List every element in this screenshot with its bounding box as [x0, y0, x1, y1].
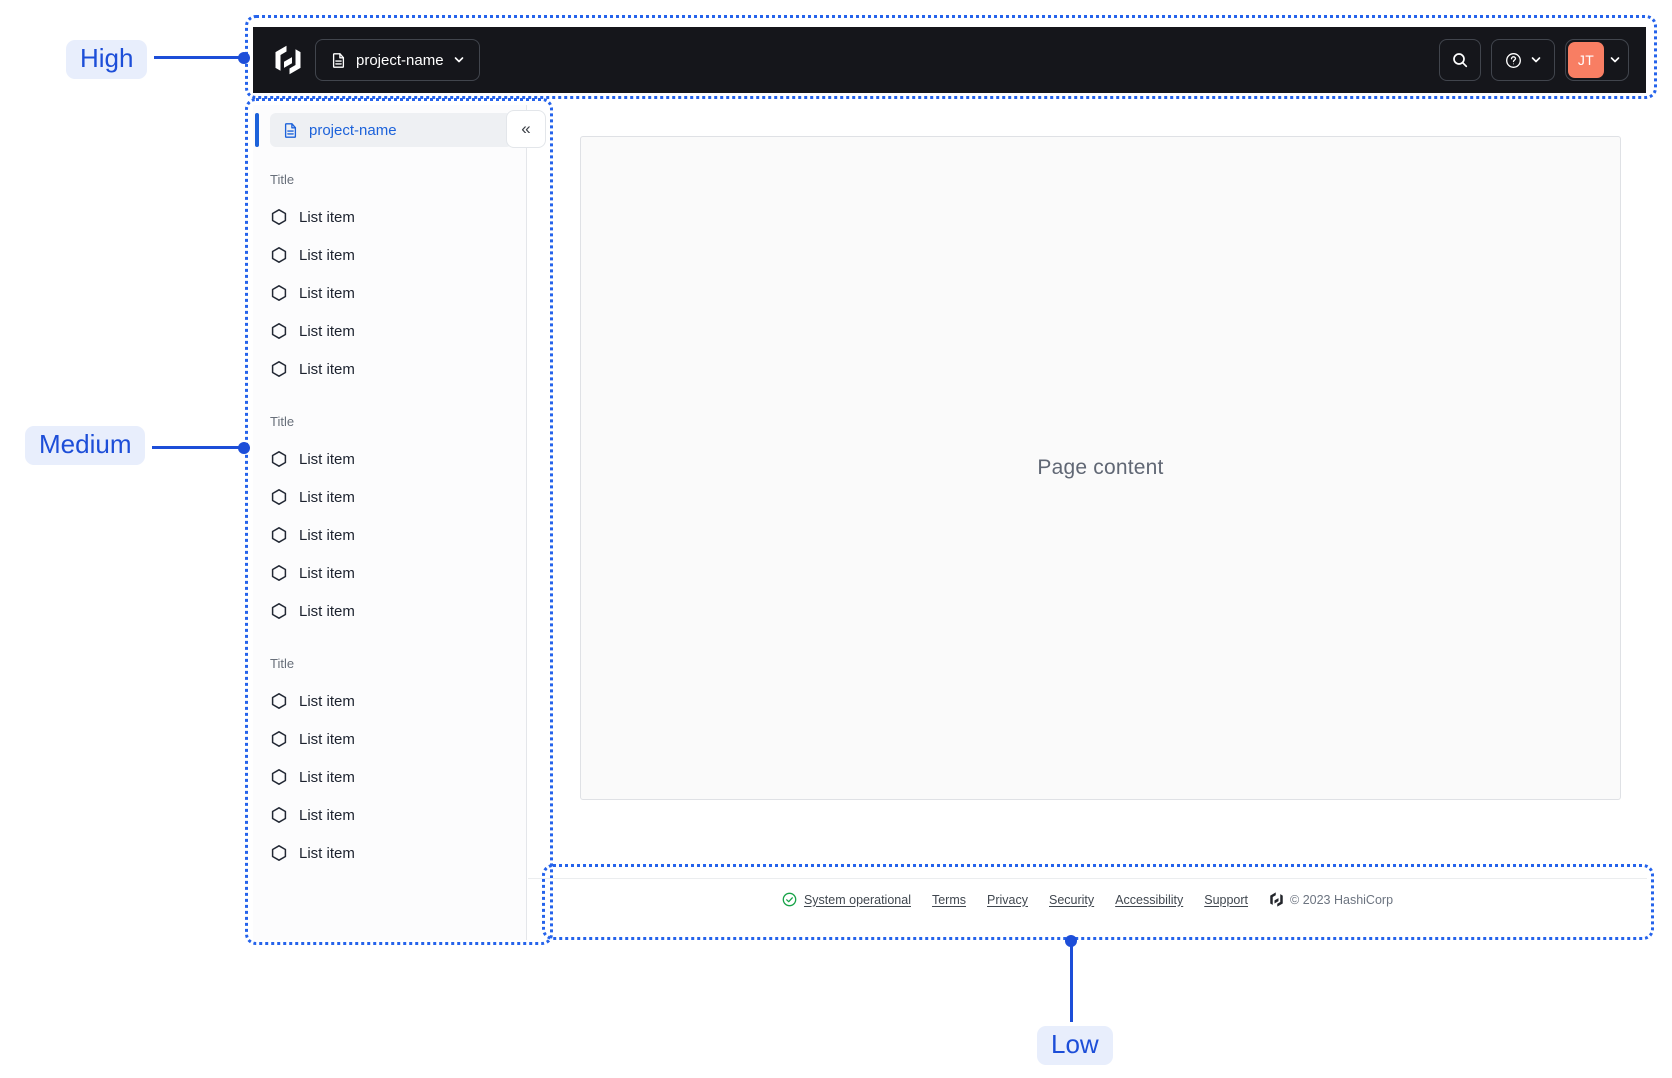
copyright: © 2023 HashiCorp — [1269, 892, 1393, 907]
sidebar-item[interactable]: List item — [253, 834, 526, 872]
sidebar-item-label: List item — [299, 806, 355, 824]
sidebar-item[interactable]: List item — [253, 236, 526, 274]
system-operational-link[interactable]: System operational — [804, 893, 911, 907]
page-content-placeholder: Page content — [1037, 456, 1164, 479]
search-icon — [1451, 51, 1469, 69]
hexagon-icon — [270, 564, 288, 582]
annotation-dot-medium — [238, 442, 250, 454]
hexagon-icon — [270, 768, 288, 786]
footer: System operational Terms Privacy Securit… — [528, 878, 1647, 907]
sidebar-item-label: List item — [299, 208, 355, 226]
hexagon-icon — [270, 488, 288, 506]
hexagon-icon — [270, 730, 288, 748]
sidebar-item[interactable]: List item — [253, 198, 526, 236]
sidebar-item-label: List item — [299, 488, 355, 506]
chevron-down-icon — [1530, 54, 1542, 66]
chevron-down-icon — [1609, 54, 1621, 66]
collapse-double-chevron-icon: « — [521, 119, 531, 138]
navbar-actions: JT — [1439, 39, 1629, 81]
sidebar-item[interactable]: List item — [253, 720, 526, 758]
hexagon-icon — [270, 450, 288, 468]
help-question-icon — [1505, 52, 1522, 69]
project-switcher-button[interactable]: project-name — [315, 39, 480, 81]
sidebar-item[interactable]: List item — [253, 350, 526, 388]
file-text-icon — [330, 52, 347, 69]
sidebar-item[interactable]: List item — [253, 478, 526, 516]
sidebar-item-label: List item — [299, 526, 355, 544]
sidebar-section-title: Title — [270, 655, 295, 671]
sidebar-section-title: Title — [270, 413, 295, 429]
footer-link-security[interactable]: Security — [1049, 893, 1094, 907]
sidebar-project-label: project-name — [309, 121, 397, 139]
file-text-icon — [282, 122, 299, 139]
footer-link-privacy[interactable]: Privacy — [987, 893, 1028, 907]
hexagon-icon — [270, 322, 288, 340]
system-status: System operational — [782, 892, 911, 907]
main-content-area: Page content — [580, 136, 1621, 800]
hexagon-icon — [270, 806, 288, 824]
sidebar-item-label: List item — [299, 692, 355, 710]
annotation-connector-low — [1070, 944, 1073, 1022]
annotation-label-medium: Medium — [25, 426, 146, 466]
sidebar-item[interactable]: List item — [253, 274, 526, 312]
sidebar-item[interactable]: List item — [253, 312, 526, 350]
sidebar-item-label: List item — [299, 246, 355, 264]
sidebar-item[interactable]: List item — [253, 516, 526, 554]
hexagon-icon — [270, 284, 288, 302]
hexagon-icon — [270, 526, 288, 544]
annotation-label-high: High — [66, 40, 148, 80]
sidebar-item-label: List item — [299, 768, 355, 786]
sidebar-item[interactable]: List item — [253, 440, 526, 478]
avatar: JT — [1568, 42, 1604, 78]
hexagon-icon — [270, 246, 288, 264]
sidebar-item-label: List item — [299, 602, 355, 620]
top-navbar: project-name JT — [253, 27, 1646, 93]
sidebar-item-label: List item — [299, 322, 355, 340]
hexagon-icon — [270, 208, 288, 226]
sidebar-item[interactable]: List item — [253, 796, 526, 834]
sidebar: project-name « Title List item List item… — [253, 105, 546, 940]
sidebar-section-title: Title — [270, 171, 295, 187]
hashicorp-logo-icon — [273, 45, 303, 75]
hexagon-icon — [270, 360, 288, 378]
page: project-name JT project-name « Title Lis… — [0, 0, 1672, 1078]
footer-link-accessibility[interactable]: Accessibility — [1115, 893, 1183, 907]
hashicorp-logo-icon — [1269, 892, 1284, 907]
search-button[interactable] — [1439, 39, 1481, 81]
annotation-label-low: Low — [1037, 1026, 1113, 1066]
project-switcher-label: project-name — [356, 51, 444, 69]
sidebar-item[interactable]: List item — [253, 592, 526, 630]
annotation-dot-low — [1065, 935, 1077, 947]
sidebar-item[interactable]: List item — [253, 554, 526, 592]
check-circle-icon — [782, 892, 797, 907]
hexagon-icon — [270, 602, 288, 620]
sidebar-item-label: List item — [299, 450, 355, 468]
copyright-text: © 2023 HashiCorp — [1290, 892, 1394, 907]
hexagon-icon — [270, 692, 288, 710]
sidebar-collapse-button[interactable]: « — [506, 110, 546, 148]
active-item-indicator — [255, 113, 259, 147]
footer-link-support[interactable]: Support — [1204, 893, 1248, 907]
chevron-down-icon — [453, 54, 465, 66]
sidebar-nav: Title List item List item List item List… — [253, 160, 526, 872]
sidebar-item-label: List item — [299, 844, 355, 862]
hexagon-icon — [270, 844, 288, 862]
help-menu-button[interactable] — [1491, 39, 1555, 81]
sidebar-item-label: List item — [299, 360, 355, 378]
account-menu-button[interactable]: JT — [1565, 39, 1629, 81]
sidebar-item[interactable]: List item — [253, 682, 526, 720]
sidebar-item-label: List item — [299, 564, 355, 582]
sidebar-item[interactable]: List item — [253, 758, 526, 796]
sidebar-item-label: List item — [299, 284, 355, 302]
annotation-connector-medium — [152, 446, 242, 449]
annotation-connector-high — [154, 56, 242, 59]
annotation-dot-high — [238, 52, 250, 64]
sidebar-item-label: List item — [299, 730, 355, 748]
footer-link-terms[interactable]: Terms — [932, 893, 966, 907]
sidebar-project-header[interactable]: project-name — [270, 113, 512, 147]
